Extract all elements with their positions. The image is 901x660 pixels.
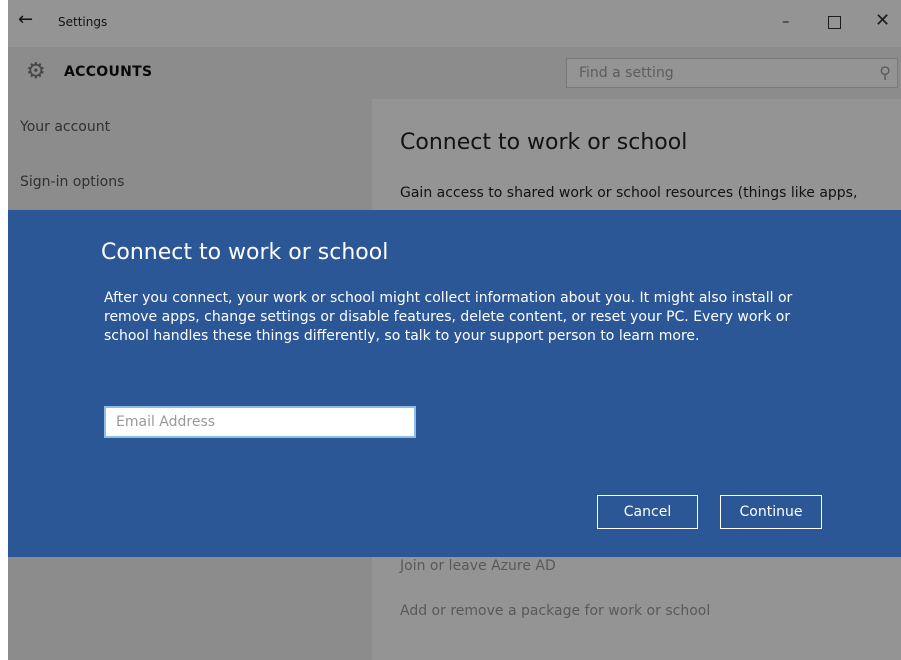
connect-dialog: Connect to work or school After you conn… <box>8 210 901 557</box>
email-field[interactable] <box>104 406 416 438</box>
continue-button[interactable]: Continue <box>720 495 822 529</box>
dialog-body: After you connect, your work or school m… <box>104 290 793 344</box>
settings-window: ← Settings – ✕ ⚙ ACCOUNTS Find a setting… <box>8 0 901 660</box>
dialog-title: Connect to work or school <box>101 240 389 265</box>
cancel-button[interactable]: Cancel <box>597 495 698 529</box>
